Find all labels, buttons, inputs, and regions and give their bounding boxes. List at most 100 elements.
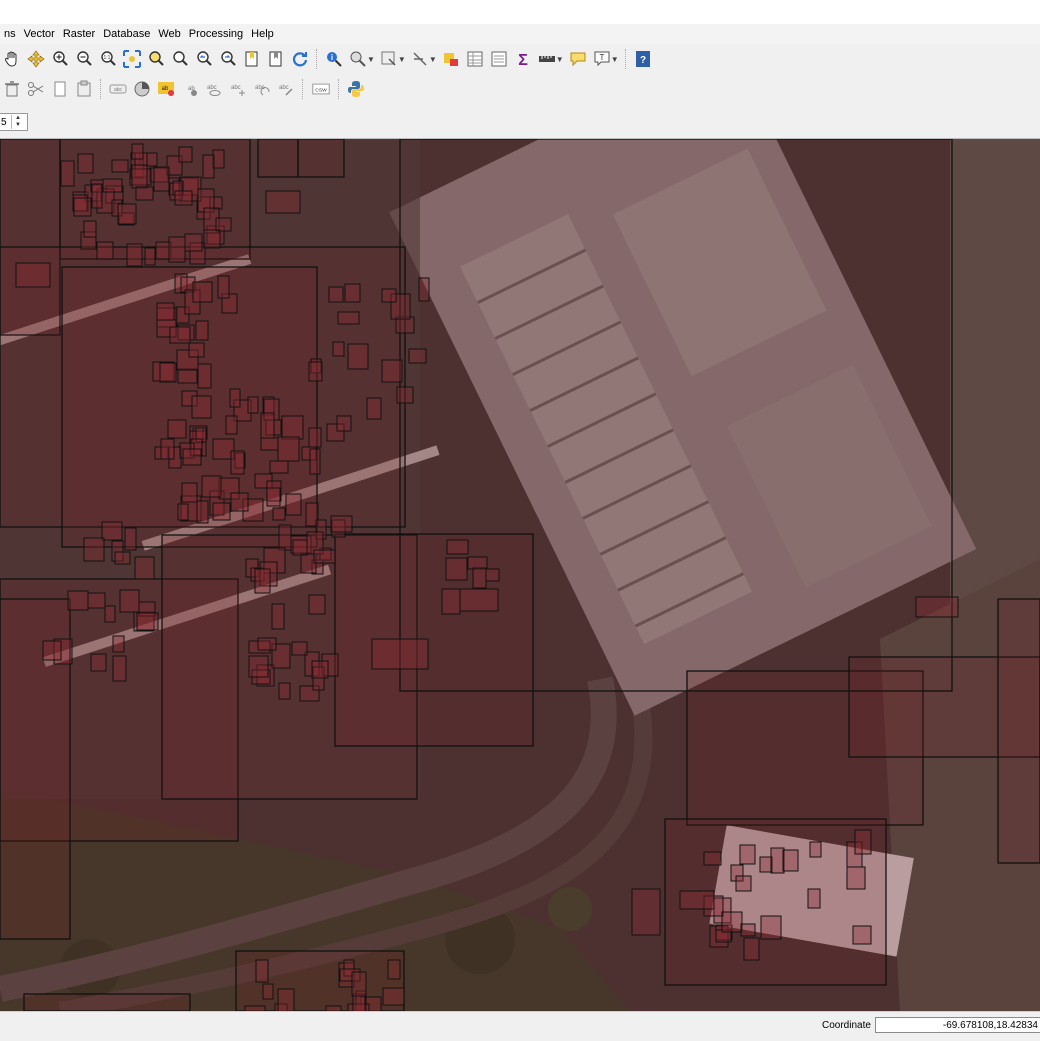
menu-web[interactable]: Web — [154, 28, 184, 40]
menu-vector[interactable]: Vector — [20, 28, 59, 40]
menu-processing[interactable]: Processing — [185, 28, 247, 40]
menu-help[interactable]: Help — [247, 28, 278, 40]
scale-spinbox[interactable]: 5 ▲ ▼ — [0, 113, 28, 131]
vehicle-detection-box — [102, 178, 123, 193]
chevron-down-icon[interactable]: ▼ — [556, 55, 564, 64]
vehicle-detection-box — [337, 311, 360, 325]
csw-icon[interactable]: CSW — [310, 79, 332, 99]
vehicle-detection-box — [740, 923, 756, 937]
menu-plugins[interactable]: ns — [0, 28, 20, 40]
vehicle-detection-box — [195, 320, 209, 341]
layer-diagram-icon[interactable] — [132, 79, 152, 99]
chevron-down-icon[interactable]: ▼ — [367, 55, 375, 64]
cut-icon[interactable] — [26, 79, 46, 99]
zoom-native-icon[interactable]: 1:1 — [98, 49, 118, 69]
vehicle-detection-box — [260, 437, 279, 451]
rotate-label-icon[interactable]: abc — [252, 79, 272, 99]
vehicle-detection-box — [90, 653, 107, 672]
identify-icon[interactable]: i — [324, 49, 344, 69]
pin-label-icon[interactable]: ab — [180, 79, 200, 99]
map-canvas[interactable] — [0, 139, 1040, 1011]
paste-icon[interactable] — [74, 79, 94, 99]
statistics-icon[interactable]: Σ — [513, 49, 533, 69]
zoom-full-icon[interactable] — [122, 49, 142, 69]
svg-text:ab: ab — [162, 86, 169, 92]
vehicle-detection-box — [188, 342, 205, 358]
vehicle-detection-box — [387, 959, 401, 980]
label-toolbar: abc ab ab abc abc abc abc CSW — [0, 74, 1040, 105]
show-hide-label-icon[interactable]: abc — [204, 79, 224, 99]
change-label-icon[interactable]: abc — [276, 79, 296, 99]
field-calculator-icon[interactable] — [489, 49, 509, 69]
python-icon[interactable] — [346, 79, 366, 99]
zoom-to-selection-icon[interactable] — [146, 49, 166, 69]
vehicle-detection-box — [344, 283, 361, 303]
vehicle-detection-box — [852, 925, 872, 945]
label-icon[interactable]: abc — [108, 79, 128, 99]
move-label-icon[interactable]: abc — [228, 79, 248, 99]
select-all-icon[interactable] — [441, 49, 461, 69]
vehicle-detection-box — [265, 190, 301, 214]
svg-text:T: T — [599, 53, 604, 62]
pan-to-selection-icon[interactable] — [26, 49, 46, 69]
menu-database[interactable]: Database — [99, 28, 154, 40]
pan-icon[interactable] — [2, 49, 22, 69]
menu-raster[interactable]: Raster — [59, 28, 99, 40]
vehicle-detection-box — [292, 539, 308, 556]
vehicle-detection-box — [159, 362, 177, 383]
vehicle-detection-box — [854, 829, 872, 855]
vehicle-detection-box — [168, 236, 186, 263]
show-bookmarks-icon[interactable] — [266, 49, 286, 69]
vehicle-detection-box — [266, 487, 281, 507]
measure-icon[interactable] — [537, 49, 557, 69]
highlight-pin-label-icon[interactable]: ab — [156, 79, 176, 99]
vehicle-detection-box — [212, 502, 231, 521]
vehicle-detection-box — [112, 635, 125, 653]
copy-icon[interactable] — [50, 79, 70, 99]
vehicle-detection-box — [336, 415, 352, 432]
vehicle-detection-box — [260, 412, 275, 439]
new-bookmark-icon[interactable] — [242, 49, 262, 69]
map-tips-icon[interactable] — [568, 49, 588, 69]
spinbox-arrows-icon[interactable]: ▲ ▼ — [11, 115, 24, 129]
vehicle-detection-box — [101, 521, 123, 541]
vehicle-detection-box — [445, 557, 468, 581]
attributes-toolbar — [0, 104, 1040, 139]
vehicle-detection-box — [472, 567, 487, 589]
zoom-to-layer-icon[interactable] — [170, 49, 190, 69]
vehicle-detection-box — [382, 987, 405, 1006]
vehicle-detection-box — [739, 844, 756, 865]
vehicle-detection-box — [212, 149, 225, 169]
help-icon[interactable]: ? — [633, 49, 653, 69]
svg-text:Σ: Σ — [518, 52, 528, 68]
vehicle-detection-box — [153, 166, 170, 192]
vehicle-detection-box — [277, 988, 295, 1011]
vehicle-detection-box — [119, 589, 140, 613]
chevron-down-icon[interactable]: ▼ — [398, 55, 406, 64]
refresh-icon[interactable] — [290, 49, 310, 69]
vehicle-detection-box — [42, 640, 62, 661]
chevron-down-icon[interactable]: ▼ — [611, 55, 619, 64]
vehicle-detection-box — [721, 911, 743, 933]
text-annotation-icon[interactable]: T — [592, 49, 612, 69]
vehicle-detection-box — [281, 415, 304, 440]
zoom-last-icon[interactable] — [194, 49, 214, 69]
deselect-icon[interactable] — [410, 49, 430, 69]
vehicle-detection-box — [915, 596, 959, 618]
coordinate-field[interactable]: -69.678108,18.42834 — [875, 1017, 1040, 1033]
vehicle-detection-box — [332, 341, 345, 357]
vehicle-detection-box — [328, 286, 344, 303]
vehicle-detection-box — [743, 937, 760, 961]
select-features-icon[interactable] — [348, 49, 368, 69]
zoom-out-icon[interactable] — [74, 49, 94, 69]
zoom-in-icon[interactable] — [50, 49, 70, 69]
vehicle-detection-box — [247, 396, 259, 414]
attribute-table-icon[interactable] — [465, 49, 485, 69]
spinbox-value: 5 — [1, 116, 7, 128]
select-by-value-icon[interactable] — [379, 49, 399, 69]
delete-icon[interactable] — [2, 79, 22, 99]
vehicle-detection-box — [230, 492, 249, 512]
vehicle-detection-box — [248, 655, 269, 678]
zoom-next-icon[interactable] — [218, 49, 238, 69]
chevron-down-icon[interactable]: ▼ — [429, 55, 437, 64]
